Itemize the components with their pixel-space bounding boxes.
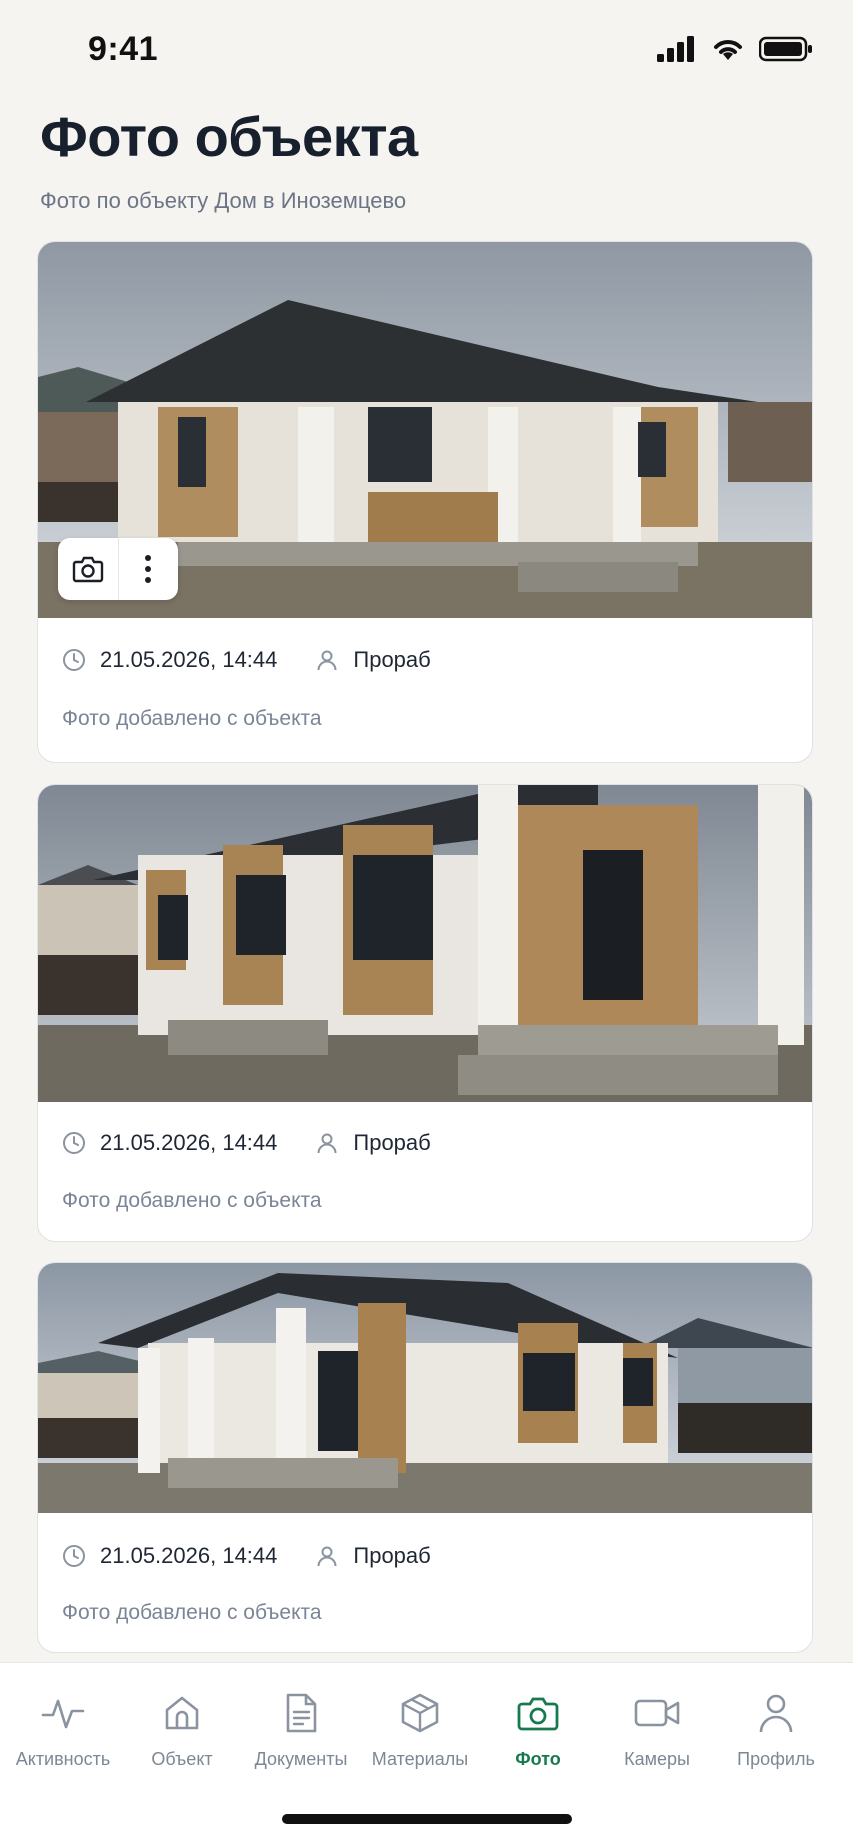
photo-note: Фото добавлено с объекта <box>62 1601 322 1624</box>
photo-meta: 21.05.2026, 14:44 Прораб <box>62 647 431 673</box>
photo-date: 21.05.2026, 14:44 <box>62 1130 277 1156</box>
photo-meta: 21.05.2026, 14:44 Прораб <box>62 1543 431 1569</box>
photo-meta: 21.05.2026, 14:44 Прораб <box>62 1130 431 1156</box>
clock-icon <box>63 1132 85 1154</box>
tab-object[interactable]: Объект <box>122 1689 242 1770</box>
tab-label: Материалы <box>371 1749 469 1769</box>
person-icon <box>759 1694 793 1733</box>
camera-button[interactable] <box>58 538 118 600</box>
photo-date: 21.05.2026, 14:44 <box>62 647 277 673</box>
tab-label: Профиль <box>737 1749 815 1769</box>
tab-cameras[interactable]: Камеры <box>597 1689 717 1770</box>
photo-author-text: Прораб <box>353 1130 431 1155</box>
tab-label: Документы <box>254 1749 348 1769</box>
page-title: Фото объекта <box>40 105 418 168</box>
photo-note: Фото добавлено с объекта <box>62 707 322 730</box>
more-options-button[interactable] <box>117 538 179 600</box>
photo-note: Фото добавлено с объекта <box>62 1189 322 1212</box>
document-icon <box>286 1693 317 1733</box>
clock-icon <box>63 1545 85 1567</box>
tab-label: Объект <box>151 1749 213 1769</box>
photo-actions <box>58 538 178 600</box>
photo-date: 21.05.2026, 14:44 <box>62 1543 277 1569</box>
photo-card[interactable]: 21.05.2026, 14:44 Прораб Фото добавлено … <box>37 784 813 1242</box>
house-photo[interactable] <box>38 1263 812 1513</box>
status-bar: 9:41 <box>0 0 853 100</box>
box-icon <box>401 1693 439 1733</box>
photo-date-text: 21.05.2026, 14:44 <box>100 1543 278 1568</box>
tab-label: Активность <box>15 1749 111 1769</box>
photo-author-text: Прораб <box>353 647 431 672</box>
tab-profile[interactable]: Профиль <box>716 1689 836 1770</box>
video-camera-icon <box>634 1699 680 1727</box>
person-icon <box>317 650 337 671</box>
person-icon <box>317 1133 337 1154</box>
tab-label: Фото <box>515 1749 561 1769</box>
house-photo[interactable] <box>38 242 812 618</box>
photo-date-text: 21.05.2026, 14:44 <box>100 647 278 672</box>
tab-materials[interactable]: Материалы <box>360 1689 480 1770</box>
cellular-signal-icon <box>657 36 694 62</box>
photo-date-text: 21.05.2026, 14:44 <box>100 1130 278 1155</box>
tab-activity[interactable]: Активность <box>3 1689 123 1770</box>
tab-label: Камеры <box>624 1749 690 1769</box>
person-icon <box>317 1546 337 1567</box>
tab-photo[interactable]: Фото <box>478 1689 598 1770</box>
photo-card[interactable]: 21.05.2026, 14:44 Прораб Фото добавлено … <box>37 241 813 763</box>
clock-icon <box>63 649 85 671</box>
home-indicator <box>282 1814 572 1824</box>
activity-icon <box>41 1699 85 1729</box>
page-subtitle: Фото по объекту Дом в Иноземцево <box>40 188 407 213</box>
status-time: 9:41 <box>88 30 159 68</box>
photo-author: Прораб <box>315 1130 431 1156</box>
status-icons <box>657 36 813 62</box>
camera-icon <box>517 1697 559 1731</box>
camera-icon <box>72 556 103 583</box>
wifi-icon <box>714 40 742 60</box>
photo-card[interactable]: 21.05.2026, 14:44 Прораб Фото добавлено … <box>37 1262 813 1653</box>
photo-author: Прораб <box>315 647 431 673</box>
battery-icon <box>759 36 812 62</box>
more-vertical-icon <box>145 555 152 583</box>
tab-documents[interactable]: Документы <box>241 1689 361 1770</box>
house-photo[interactable] <box>38 785 812 1102</box>
house-icon <box>165 1696 199 1730</box>
photo-author: Прораб <box>315 1543 431 1569</box>
photo-author-text: Прораб <box>353 1543 431 1568</box>
